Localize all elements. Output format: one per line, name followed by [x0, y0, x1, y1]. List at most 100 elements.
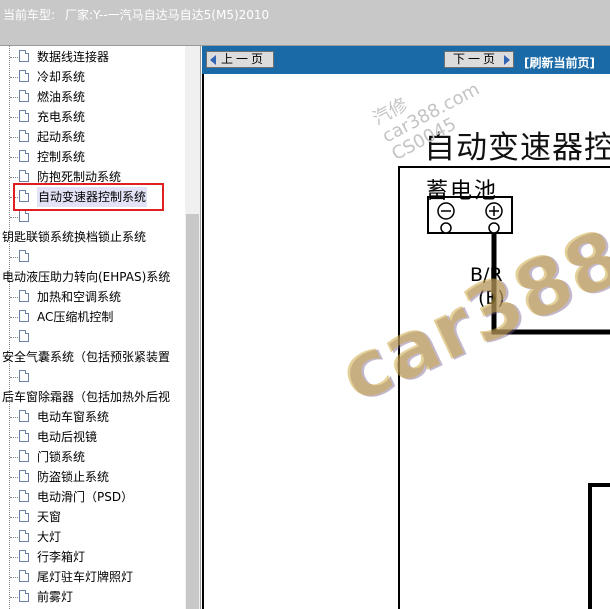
tree-branch-line	[10, 317, 18, 318]
tree-item-label: 行李箱灯	[37, 550, 86, 564]
tree-branch-line	[10, 117, 18, 118]
tree-item-label: 充电系统	[37, 110, 86, 124]
tree-branch-line	[10, 497, 18, 498]
tree-item-label: AC压缩机控制	[37, 310, 114, 324]
tree-item[interactable]: 起动系统	[0, 127, 185, 147]
tree-item-label: 前雾灯	[37, 590, 74, 604]
tree-item[interactable]: 充电系统	[0, 107, 185, 127]
selection-highlight-box	[13, 183, 164, 211]
system-tree[interactable]: 数据线连接器 冷却系统 燃油系统 充电系统 起动系统 控制系统 防抱死制动系统 自动变速器控制…	[0, 46, 201, 609]
page-icon	[19, 250, 29, 262]
tree-item[interactable]: 冷却系统	[0, 67, 185, 87]
tree-item[interactable]: 电动车窗系统	[0, 407, 185, 427]
refresh-page-link[interactable]: [刷新当前页]	[524, 54, 595, 71]
tree-item-label: 安全气囊系统（包括预张紧装置	[2, 350, 171, 364]
tree-item[interactable]: 钥匙联锁系统换档锁止系统	[0, 227, 185, 247]
current-model-prefix: 当前车型:	[3, 8, 56, 22]
prev-page-label: 上一页	[221, 52, 267, 66]
page-icon	[19, 50, 29, 62]
page-icon	[19, 530, 29, 542]
tree-item-label: 起动系统	[37, 130, 86, 144]
prev-page-button[interactable]: 上一页	[206, 51, 274, 68]
tree-item[interactable]: 天窗	[0, 507, 185, 527]
title-bar: 当前车型: 厂家:Y--一汽马自达马自达5(M5)2010	[0, 0, 610, 46]
tree-item[interactable]: 电动滑门（PSD）	[0, 487, 185, 507]
page-icon	[19, 210, 29, 222]
page-icon	[19, 310, 29, 322]
tree-branch-line	[10, 257, 18, 258]
page-icon	[19, 150, 29, 162]
tree-scrollbar[interactable]	[185, 46, 200, 609]
tree-branch-line	[10, 597, 18, 598]
tree-item-label: 电动车窗系统	[37, 410, 110, 424]
tree-item-label: 电动后视镜	[37, 430, 98, 444]
tree-branch-line	[10, 377, 18, 378]
tree-branch-line	[10, 457, 18, 458]
tree-branch-line	[10, 577, 18, 578]
tree-item-label: 大灯	[37, 530, 62, 544]
page-icon	[19, 70, 29, 82]
page-icon	[19, 590, 29, 602]
page-icon	[19, 130, 29, 142]
viewer-toolbar: 上一页 下一页 [刷新当前页]	[202, 46, 610, 74]
tree-item-label: 电动滑门（PSD）	[37, 490, 134, 504]
tree-branch-line	[10, 437, 18, 438]
tree-item[interactable]	[0, 327, 185, 347]
tree-item-label: 电动液压助力转向(EHPAS)系统	[2, 270, 171, 284]
next-page-button[interactable]: 下一页	[444, 51, 514, 68]
tree-item[interactable]: 尾灯驻车灯牌照灯	[0, 567, 185, 587]
page-icon	[19, 370, 29, 382]
page-icon	[19, 330, 29, 342]
tree-branch-line	[10, 77, 18, 78]
tree-item-label: 天窗	[37, 510, 62, 524]
tree-item[interactable]	[0, 367, 185, 387]
tree-item[interactable]: 门锁系统	[0, 447, 185, 467]
page-icon	[19, 450, 29, 462]
tree-branch-line	[10, 97, 18, 98]
page-icon	[19, 170, 29, 182]
tree-branch-line	[10, 157, 18, 158]
battery-plus-terminal	[488, 222, 500, 234]
ecu-box	[588, 483, 610, 609]
tree-item[interactable]: 电动后视镜	[0, 427, 185, 447]
page-icon	[19, 570, 29, 582]
current-model-value: 厂家:Y--一汽马自达马自达5(M5)2010	[65, 8, 270, 22]
page-icon	[19, 490, 29, 502]
tree-item-label: 燃油系统	[37, 90, 86, 104]
tree-item[interactable]: 行李箱灯	[0, 547, 185, 567]
page-icon	[19, 550, 29, 562]
page-icon	[19, 90, 29, 102]
page-icon	[19, 430, 29, 442]
diagram-viewer: 自动变速器控制 汽修 car388.com CS0045 蓄电池 B/R (E)…	[202, 74, 610, 609]
tree-item-label: 防盗锁止系统	[37, 470, 110, 484]
tree-item-label: 门锁系统	[37, 450, 86, 464]
tree-scrollbar-thumb[interactable]	[186, 214, 199, 609]
tree-item[interactable]: 防盗锁止系统	[0, 467, 185, 487]
page-icon	[19, 110, 29, 122]
page-icon	[19, 410, 29, 422]
tree-branch-line	[10, 217, 18, 218]
tree-item[interactable]: 大灯	[0, 527, 185, 547]
tree-branch-line	[10, 537, 18, 538]
tree-item[interactable]: 加热和空调系统	[0, 287, 185, 307]
tree-item-label: 钥匙联锁系统换档锁止系统	[2, 230, 147, 244]
tree-item[interactable]: 数据线连接器	[0, 47, 185, 67]
tree-branch-line	[10, 337, 18, 338]
tree-branch-line	[10, 477, 18, 478]
tree-branch-line	[10, 297, 18, 298]
page-icon	[19, 290, 29, 302]
tree-item[interactable]: 前雾灯	[0, 587, 185, 607]
tree-branch-line	[10, 177, 18, 178]
tree-item[interactable]: 电动液压助力转向(EHPAS)系统	[0, 267, 185, 287]
battery-minus-terminal	[440, 222, 452, 234]
tree-item[interactable]: 安全气囊系统（包括预张紧装置	[0, 347, 185, 367]
tree-item-label: 后车窗除霜器（包括加热外后视	[2, 390, 171, 404]
tree-item[interactable]: 燃油系统	[0, 87, 185, 107]
tree-item[interactable]: 控制系统	[0, 147, 185, 167]
tree-branch-line	[10, 557, 18, 558]
tree-item[interactable]: 后车窗除霜器（包括加热外后视	[0, 387, 185, 407]
battery-label: 蓄电池	[426, 179, 499, 204]
tree-item[interactable]	[0, 247, 185, 267]
tree-item-label: 控制系统	[37, 150, 86, 164]
tree-item[interactable]: AC压缩机控制	[0, 307, 185, 327]
